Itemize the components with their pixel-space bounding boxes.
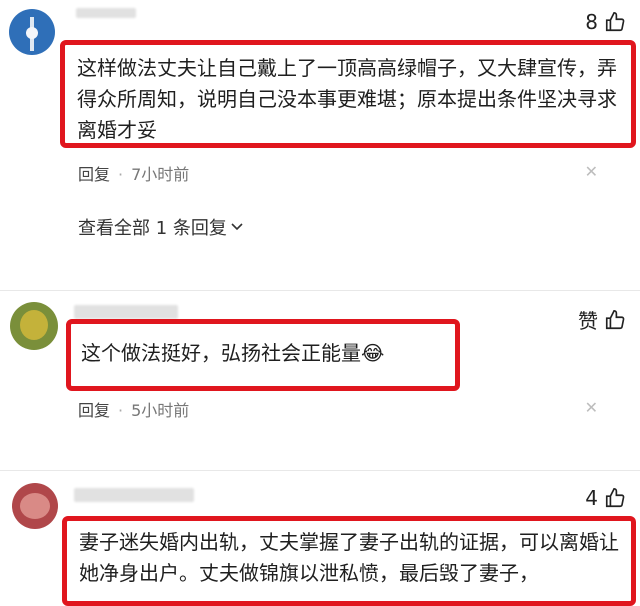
like-count: 8 <box>585 10 598 34</box>
separator-dot: · <box>118 165 124 184</box>
like-button[interactable]: 4 <box>585 486 626 510</box>
foliage-graphic <box>20 493 50 519</box>
timestamp: 5小时前 <box>131 401 190 420</box>
divider <box>0 470 640 471</box>
thumbs-up-icon <box>605 488 625 508</box>
thumbs-up-icon <box>605 309 625 329</box>
view-all-replies-label: 查看全部 1 条回复 <box>78 218 227 239</box>
divider <box>0 290 640 291</box>
view-all-replies-button[interactable]: 查看全部 1 条回复 <box>78 214 243 240</box>
like-button[interactable]: 赞 <box>578 305 626 334</box>
comment-text-highlighted: 这样做法丈夫让自己戴上了一顶高高绿帽子，又大肆宣传，弄得众所周知，说明自己没本事… <box>60 40 636 148</box>
comment-meta: 回复 · 5小时前 <box>78 397 189 421</box>
username-blurred <box>76 8 136 18</box>
reply-button[interactable]: 回复 <box>78 401 110 420</box>
reply-button[interactable]: 回复 <box>78 165 110 184</box>
avatar[interactable] <box>12 483 58 529</box>
comment-text: 妻子迷失婚内出轨，丈夫掌握了妻子出轨的证据，可以离婚让她净身出户。丈夫做锦旗以泄… <box>79 530 619 585</box>
username-blurred <box>74 305 178 319</box>
like-count: 4 <box>585 486 598 510</box>
timestamp: 7小时前 <box>131 165 190 184</box>
username-blurred <box>74 488 194 502</box>
comment-text: 这个做法挺好，弘扬社会正能量 <box>81 341 361 365</box>
separator-dot: · <box>118 401 124 420</box>
close-icon[interactable]: ✕ <box>585 398 598 417</box>
tower-ball-graphic <box>26 27 38 39</box>
comment-text-highlighted: 这个做法挺好，弘扬社会正能量😂 <box>66 319 460 391</box>
comment-text: 这样做法丈夫让自己戴上了一顶高高绿帽子，又大肆宣传，弄得众所周知，说明自己没本事… <box>77 56 617 142</box>
comment-text-highlighted: 妻子迷失婚内出轨，丈夫掌握了妻子出轨的证据，可以离婚让她净身出户。丈夫做锦旗以泄… <box>62 516 636 606</box>
avatar[interactable] <box>10 302 58 350</box>
thumbs-up-icon <box>605 12 625 32</box>
chevron-down-icon <box>231 223 243 231</box>
like-button[interactable]: 8 <box>585 10 626 34</box>
avatar[interactable] <box>9 9 55 55</box>
close-icon[interactable]: ✕ <box>585 162 598 181</box>
comment-meta: 回复 · 7小时前 <box>78 161 189 185</box>
laughing-emoji-icon: 😂 <box>361 341 385 365</box>
like-label: 赞 <box>578 309 598 333</box>
foliage-graphic <box>20 310 48 340</box>
